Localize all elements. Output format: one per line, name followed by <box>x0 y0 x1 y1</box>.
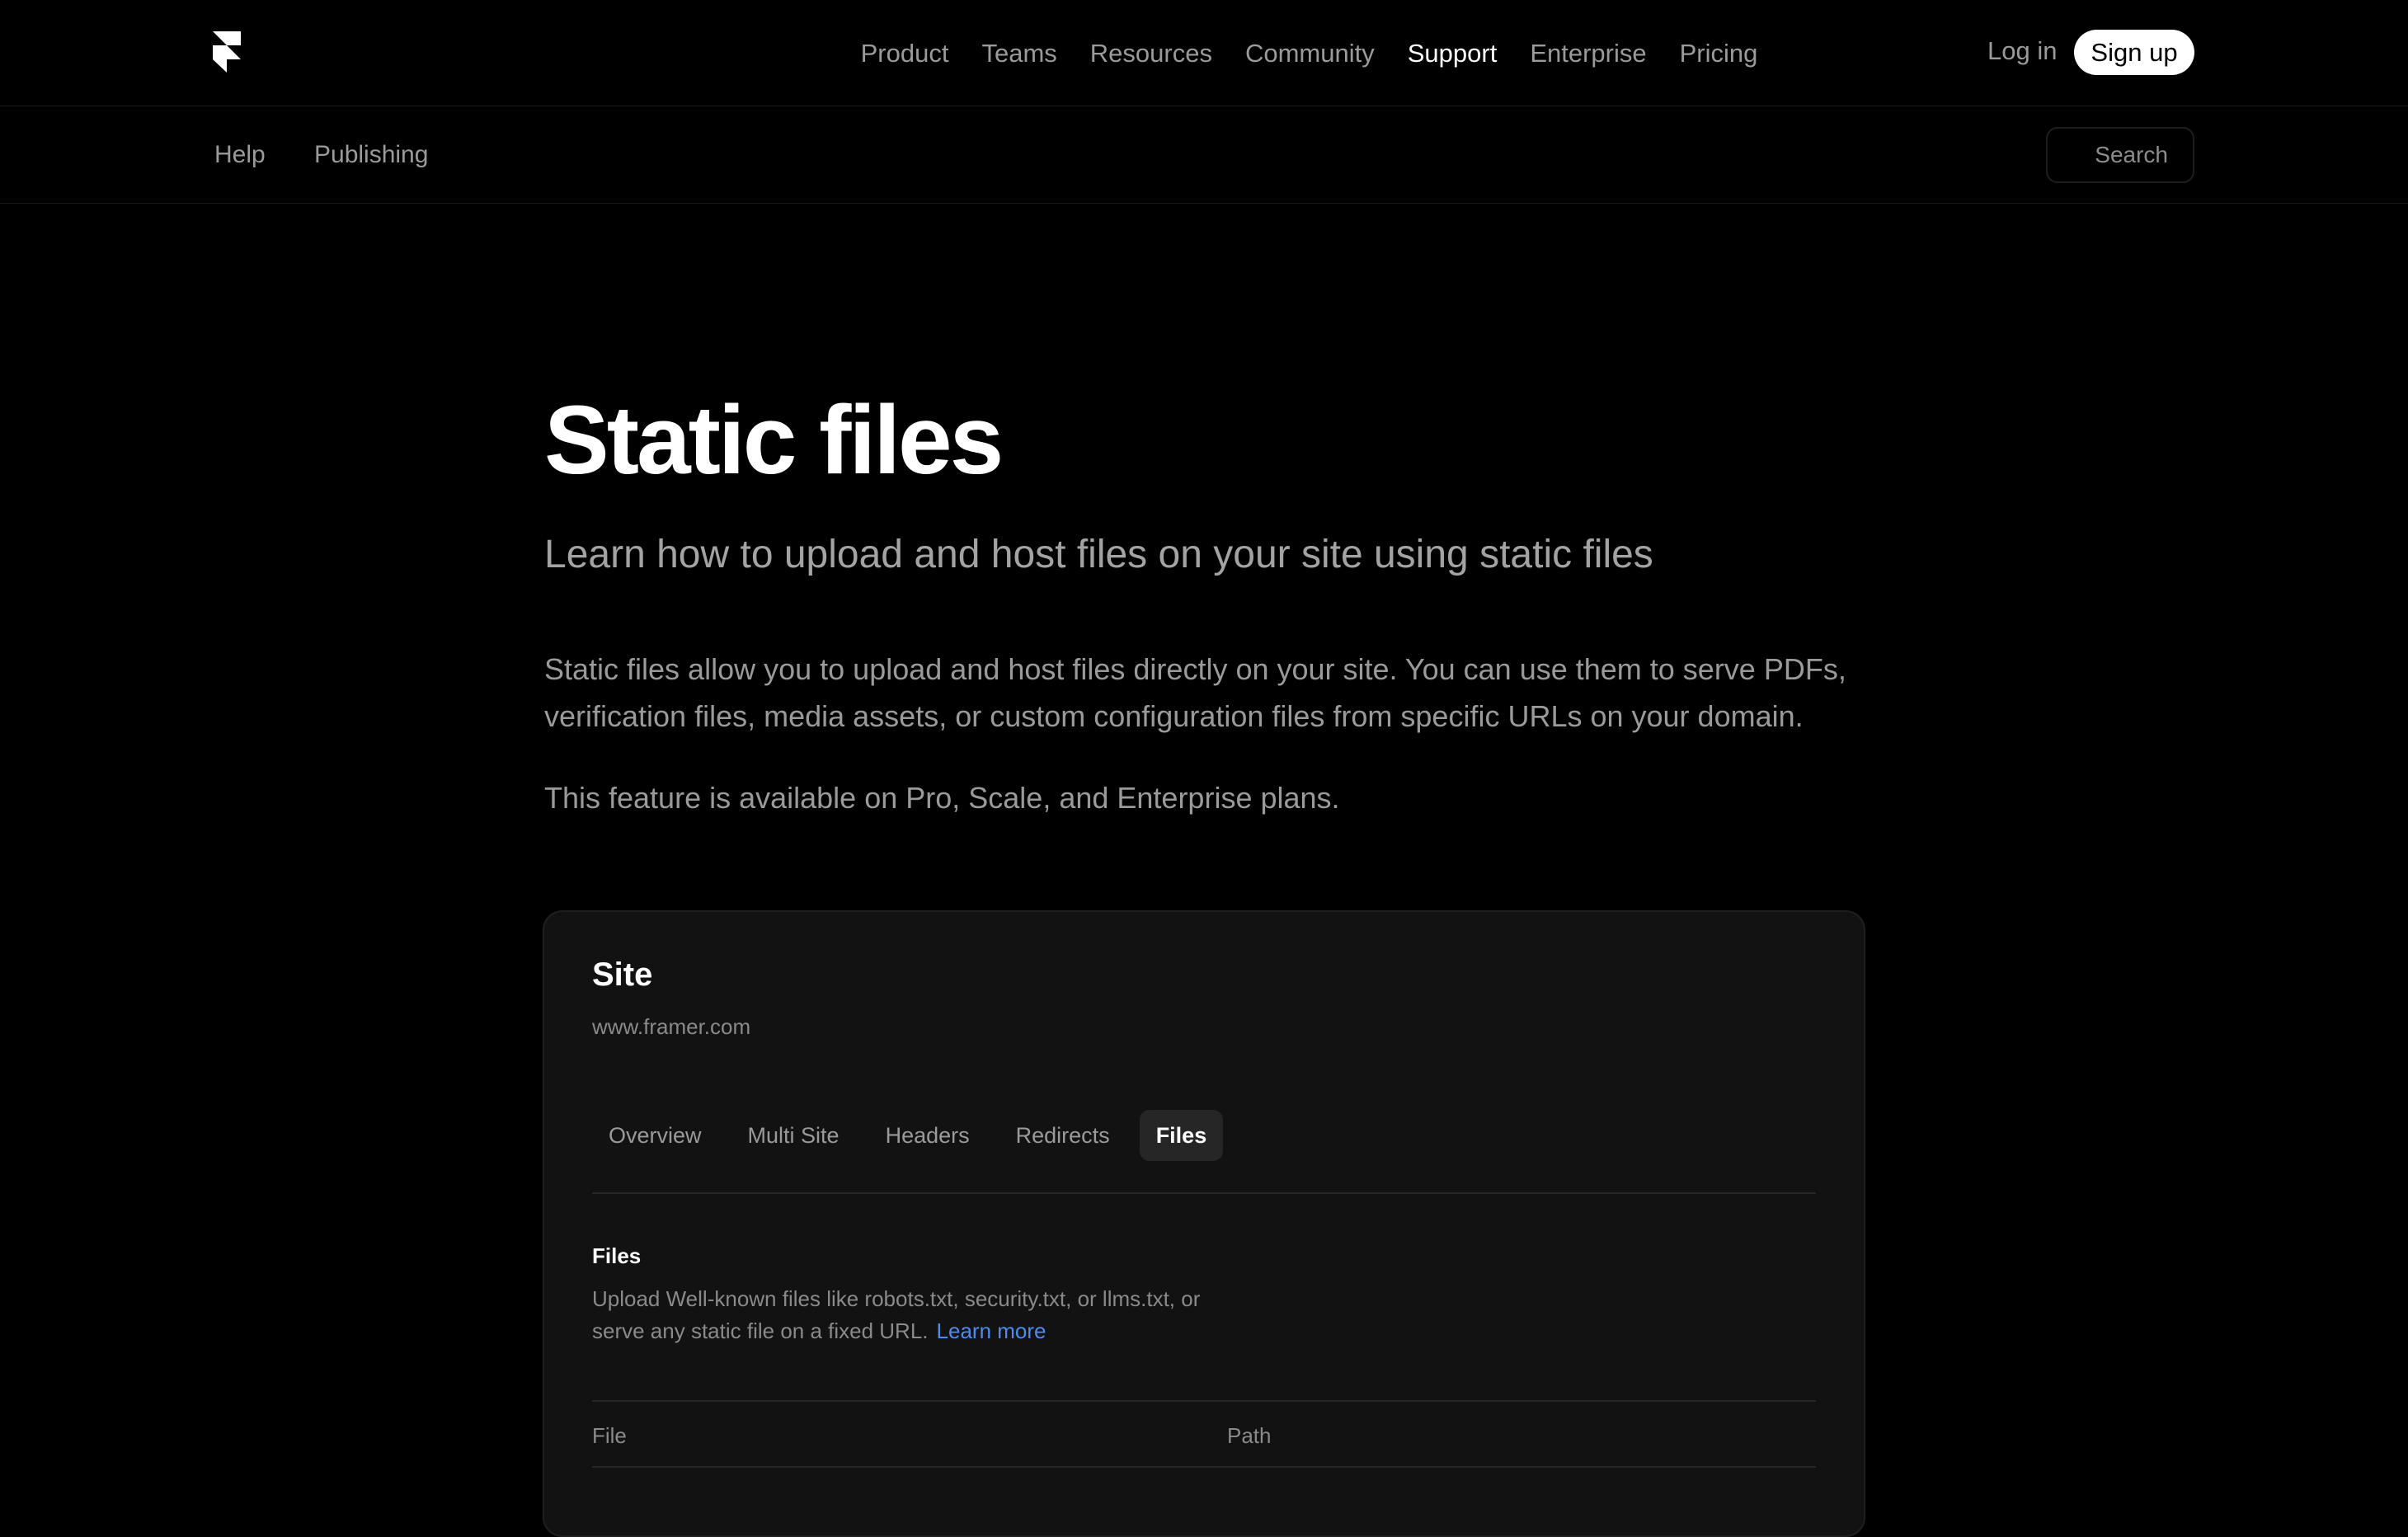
plans-paragraph: This feature is available on Pro, Scale,… <box>544 781 1340 816</box>
framer-logo-icon[interactable] <box>213 31 241 73</box>
tab-files[interactable]: Files <box>1139 1110 1224 1161</box>
article: Static files Learn how to upload and hos… <box>544 386 1865 821</box>
site-tabs: Overview Multi Site Headers Redirects Fi… <box>592 1110 1224 1161</box>
intro-paragraph: Static files allow you to upload and hos… <box>544 652 1846 734</box>
nav-item-support[interactable]: Support <box>1408 39 1498 68</box>
table-header-divider <box>592 1466 1816 1468</box>
breadcrumb-help[interactable]: Help <box>214 141 266 169</box>
tab-overview[interactable]: Overview <box>592 1110 718 1161</box>
tab-multi-site[interactable]: Multi Site <box>731 1110 856 1161</box>
column-header-path: Path <box>1227 1423 1272 1448</box>
search-label: Search <box>2095 142 2168 167</box>
top-navigation: Product Teams Resources Community Suppor… <box>0 0 2408 106</box>
learn-more-link[interactable]: Learn more <box>937 1318 1046 1343</box>
files-description-text: Upload Well-known files like robots.txt,… <box>592 1286 1201 1343</box>
nav-item-pricing[interactable]: Pricing <box>1680 39 1758 68</box>
site-url: www.framer.com <box>592 1014 751 1039</box>
login-link[interactable]: Log in <box>1987 36 2057 66</box>
tabs-divider <box>592 1192 1816 1194</box>
files-section-heading: Files <box>592 1243 642 1268</box>
page-title: Static files <box>544 386 1004 495</box>
tab-headers[interactable]: Headers <box>869 1110 986 1161</box>
nav-item-teams[interactable]: Teams <box>981 39 1056 68</box>
search-button[interactable]: Search <box>2046 127 2194 183</box>
column-header-file: File <box>592 1423 627 1448</box>
files-section-description: Upload Well-known files like robots.txt,… <box>592 1283 1219 1347</box>
site-settings-card: Site www.framer.com Overview Multi Site … <box>543 910 1865 1537</box>
nav-item-community[interactable]: Community <box>1245 39 1375 68</box>
signup-button[interactable]: Sign up <box>2074 30 2194 75</box>
table-top-divider <box>592 1400 1816 1402</box>
nav-item-enterprise[interactable]: Enterprise <box>1530 39 1646 68</box>
tab-redirects[interactable]: Redirects <box>999 1110 1126 1161</box>
site-title: Site <box>592 957 653 993</box>
nav-item-product[interactable]: Product <box>861 39 949 68</box>
nav-item-resources[interactable]: Resources <box>1090 39 1212 68</box>
breadcrumb-publishing[interactable]: Publishing <box>314 141 428 169</box>
page-lead: Learn how to upload and host files on yo… <box>544 532 1653 576</box>
